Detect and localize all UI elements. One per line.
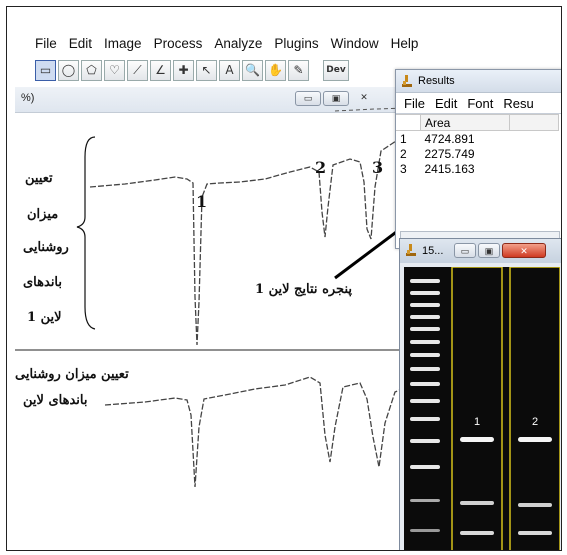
peak-label-3: 3 [372,158,383,177]
menu-plugins[interactable]: Plugins [268,36,324,51]
callout-label: پنجره نتایج لاین 1 [255,282,352,297]
rectangle-tool-icon[interactable]: ▭ [35,59,56,81]
maximize-icon[interactable]: ▣ [478,243,500,258]
index-header [396,114,421,131]
results-title: Results [418,75,455,87]
area-value: 2415.163 [424,161,475,176]
empty-column-header [509,114,559,131]
menu-process[interactable]: Process [148,36,209,51]
menu-image[interactable]: Image [98,36,148,51]
wand-tool-icon[interactable]: ↖ [196,59,217,81]
ladder-lane [410,279,440,532]
dev-tool-button[interactable]: Dev [323,59,349,81]
oval-tool-icon[interactable]: ◯ [58,59,79,81]
lane-1-profile-line [89,134,408,346]
peak-label-1: 1 [196,192,207,211]
callout-line [334,225,404,280]
menu-analyze[interactable]: Analyze [208,36,268,51]
peak-label-2: 2 [315,158,326,177]
area-value: 4724.891 [424,131,475,146]
figure-frame: File Edit Image Process Analyze Plugins … [6,6,562,551]
imagej-microscope-icon [406,244,416,256]
caption-top-line-5: لاین 1 [27,310,62,325]
imagej-microscope-icon [402,75,412,87]
results-window: Results File Edit Font Resu Area 1 4724.… [395,69,561,249]
row-index: 1 [400,131,407,146]
hand-tool-icon[interactable]: ✋ [265,59,286,81]
lane-brace [76,136,96,330]
imagej-menubar: File Edit Image Process Analyze Plugins … [29,33,424,53]
results-menu-results[interactable]: Resu [503,96,533,111]
minimize-icon[interactable]: ▭ [454,243,476,258]
caption-top-line-4: باندهای [23,275,63,290]
menu-help[interactable]: Help [385,36,425,51]
caption-bottom-line-1: تعیین میزان روشنایی [15,367,129,382]
dropper-tool-icon[interactable]: ✎ [288,59,309,81]
polygon-tool-icon[interactable]: ⬠ [81,59,102,81]
results-menu-font[interactable]: Font [467,96,493,111]
menu-edit[interactable]: Edit [63,36,98,51]
table-row[interactable]: 2 2275.749 [396,146,559,161]
results-menu-file[interactable]: File [404,96,425,111]
lane-2-outline[interactable] [509,267,560,551]
angle-tool-icon[interactable]: ∠ [150,59,171,81]
caption-top-line-2: میزان [27,207,59,222]
area-value: 2275.749 [424,146,475,161]
gel-window-titlebar[interactable]: 15... ▭ ▣ ✕ [400,239,561,263]
menu-file[interactable]: File [29,36,63,51]
lane-1-outline[interactable] [451,267,503,551]
gel-window-controls: ▭ ▣ ✕ [454,243,546,258]
line-tool-icon[interactable]: ⟋ [127,59,148,81]
profile-plots: 1 2 3 [15,107,415,488]
menu-window[interactable]: Window [325,36,385,51]
magnifier-tool-icon[interactable]: 🔍 [242,59,263,81]
results-menubar: File Edit Font Resu [396,93,561,114]
gel-image: 1 2 [404,267,560,551]
results-menu-edit[interactable]: Edit [435,96,457,111]
caption-bottom-line-2: باندهای لاین [23,393,88,408]
row-index: 3 [400,161,407,176]
caption-top-line-3: روشنایی [23,240,69,255]
gel-bands: 1 2 [410,267,560,551]
table-row[interactable]: 1 4724.891 [396,131,559,147]
freehand-tool-icon[interactable]: ♡ [104,59,125,81]
text-tool-icon[interactable]: A [219,59,240,81]
lane-label-1: 1 [474,416,480,428]
results-table: Area 1 4724.891 2 2275.749 3 2415.163 [396,114,559,176]
lane-label-2: 2 [532,416,538,428]
area-column-header[interactable]: Area [420,114,510,131]
plot-profile-window: %) ▭ ▣ ✕ 1 2 3 تعیین میزان روشنایی بانده… [15,87,415,550]
point-tool-icon[interactable]: ✚ [173,59,194,81]
lane-2-profile-line [104,376,408,488]
caption-top-line-1: تعیین [25,171,53,186]
gel-window-title: 15... [422,245,444,257]
results-titlebar[interactable]: Results [396,70,561,93]
row-index: 2 [400,146,407,161]
close-icon[interactable]: ✕ [502,243,546,258]
table-row[interactable]: 3 2415.163 [396,161,559,176]
gel-image-window: 15... ▭ ▣ ✕ 1 2 [399,238,561,551]
